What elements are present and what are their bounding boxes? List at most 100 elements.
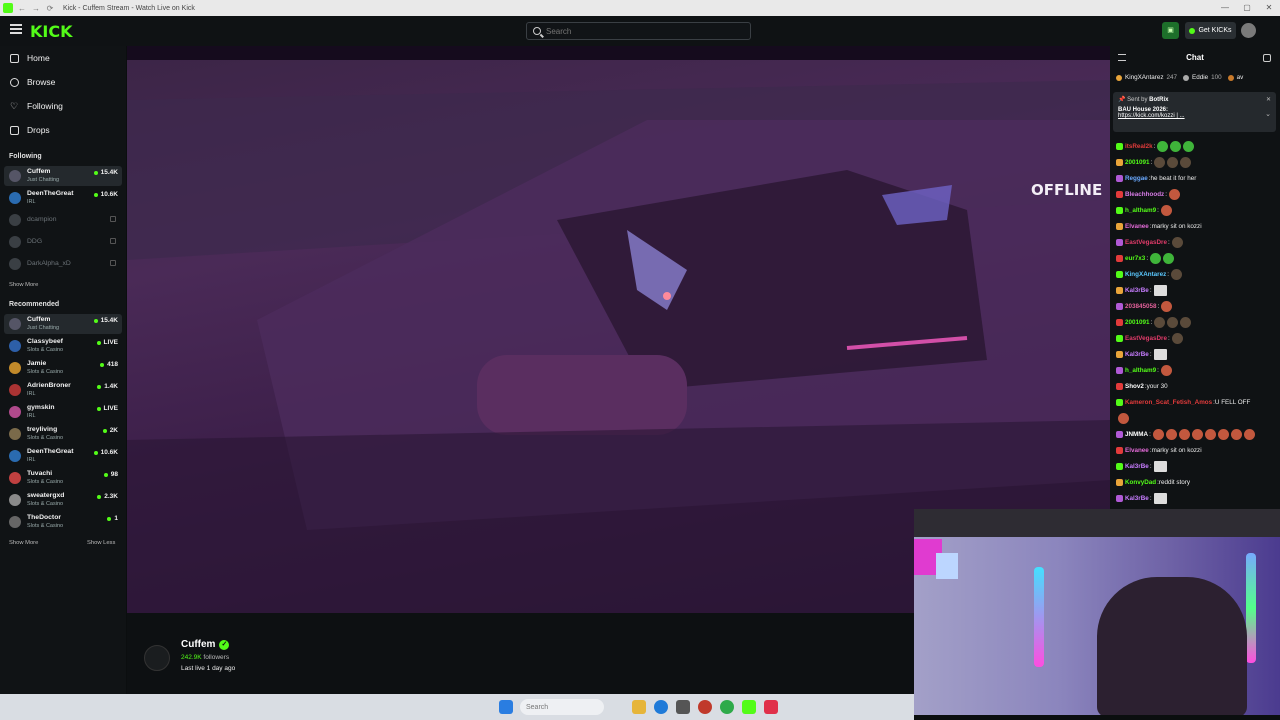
chat-username[interactable]: JNMMA [1125,431,1148,438]
following-channel[interactable]: DeenTheGreat IRL 10.6K [4,188,122,208]
unpin-icon[interactable]: ✕ [1266,96,1271,103]
app-icon[interactable] [676,700,690,714]
chat-username[interactable]: Kal3rBe [1125,287,1149,294]
chat-username[interactable]: Elvanee [1125,223,1149,230]
recommended-channel[interactable]: TheDoctor Slots & Casino 1 [4,512,122,532]
gifter[interactable]: KingXAntarez 247 [1116,74,1177,81]
following-channel[interactable]: DDG [4,232,122,252]
app-icon[interactable] [698,700,712,714]
chat-message[interactable]: Reggae: he beat it for her [1116,170,1276,186]
chat-username[interactable]: h_altham9 [1125,367,1156,374]
chat-username[interactable]: Elvanee [1125,447,1149,454]
pinned-message[interactable]: 📌 Sent by BotRix BAU House 2026: https:/… [1113,92,1276,132]
chat-message[interactable]: eur7x3: [1116,250,1276,266]
streamer-name[interactable]: Cuffem [181,639,215,650]
chat-message[interactable]: h_altham9: [1116,202,1276,218]
recommended-channel[interactable]: Tuvachi Slots & Casino 98 [4,468,122,488]
search-input[interactable] [546,26,736,36]
chat-username[interactable]: EastVegasDre [1125,239,1167,246]
kick-logo[interactable]: KICK [30,22,73,41]
chat-username[interactable]: itsReal2k [1125,143,1153,150]
chat-users-icon[interactable] [1263,54,1271,62]
chat-username[interactable]: Kal3rBe [1125,351,1149,358]
close-button[interactable]: ✕ [1258,0,1280,16]
chat-username[interactable]: Shov2 [1125,383,1144,390]
chat-message[interactable]: Elvanee: marky sit on kozzi [1116,218,1276,234]
chat-username[interactable]: Bleachhoodz [1125,191,1164,198]
sidebar-item-drops[interactable]: Drops [10,125,50,135]
sidebar-item-browse[interactable]: Browse [10,77,55,87]
taskbar-search[interactable]: Search [520,699,604,715]
search-bar[interactable] [526,22,751,40]
following-channel[interactable]: DarkAlpha_xD [4,254,122,274]
edge-icon[interactable] [654,700,668,714]
chat-message[interactable]: itsReal2k: [1116,138,1276,154]
user-avatar[interactable] [1241,23,1256,38]
chat-message[interactable]: Kal3rBe: [1116,282,1276,298]
chat-username[interactable]: Reggae [1125,175,1148,182]
recommended-show-less[interactable]: Show Less [87,540,115,546]
chat-message[interactable]: Kameron_Scat_Fetish_Amos: U FELL OFF [1116,394,1276,410]
chat-message[interactable]: Bleachhoodz: [1116,186,1276,202]
chat-message[interactable]: EastVegasDre: [1116,330,1276,346]
chat-username[interactable]: Kameron_Scat_Fetish_Amos [1125,399,1212,406]
recommended-channel[interactable]: Jamie Slots & Casino 418 [4,358,122,378]
sidebar-item-following[interactable]: ♡ Following [10,101,63,111]
following-show-more[interactable]: Show More [9,282,38,288]
kick-app-icon[interactable] [742,700,756,714]
chrome-icon[interactable] [720,700,734,714]
chat-message[interactable]: Kal3rBe: [1116,458,1276,474]
chat-username[interactable]: EastVegasDre [1125,335,1167,342]
recommended-channel[interactable]: DeenTheGreat IRL 10.6K [4,446,122,466]
recommended-channel[interactable]: AdrienBroner IRL 1.4K [4,380,122,400]
minimize-button[interactable]: — [1214,0,1236,16]
menu-icon[interactable] [10,24,22,34]
chat-username[interactable]: 203845058 [1125,303,1157,310]
forward-icon[interactable]: → [31,4,41,13]
chat-message[interactable]: Kal3rBe: [1116,346,1276,362]
chat-username[interactable]: 2001091 [1125,319,1150,326]
get-kicks-button[interactable]: Get KICKs [1185,22,1236,39]
chat-message[interactable]: h_altham9: [1116,362,1276,378]
chat-message[interactable]: Shov2: your 30 [1116,378,1276,394]
chat-username[interactable]: h_altham9 [1125,207,1156,214]
recommended-channel[interactable]: Cuffem Just Chatting 15.4K [4,314,122,334]
chat-message[interactable] [1116,410,1276,426]
chat-message[interactable]: 203845058: [1116,298,1276,314]
chat-username[interactable]: eur7x3 [1125,255,1145,262]
chat-message[interactable]: EastVegasDre: [1116,234,1276,250]
chat-message[interactable]: KonvyDad: reddit story [1116,474,1276,490]
chat-message[interactable]: JNMMA: [1116,426,1276,442]
recommended-channel[interactable]: sweatergxd Slots & Casino 2.3K [4,490,122,510]
recommended-channel[interactable]: Classybeef Slots & Casino LIVE [4,336,122,356]
chat-username[interactable]: Kal3rBe [1125,463,1149,470]
recommended-show-more[interactable]: Show More [9,540,38,546]
chevron-down-icon[interactable]: ⌄ [1265,110,1271,118]
windows-start-icon[interactable] [499,700,513,714]
chat-message[interactable]: Elvanee: marky sit on kozzi [1116,442,1276,458]
streamer-avatar[interactable] [144,645,170,671]
chat-message[interactable]: KingXAntarez: [1116,266,1276,282]
gifter[interactable]: Eddie 100 [1183,74,1222,81]
maximize-button[interactable]: ▢ [1236,0,1258,16]
chat-message[interactable]: Kal3rBe: [1116,490,1276,506]
reload-icon[interactable]: ⟳ [45,4,55,13]
gift-icon[interactable]: ▣ [1162,22,1179,39]
file-explorer-icon[interactable] [632,700,646,714]
app-icon[interactable] [764,700,778,714]
recommended-channel[interactable]: gymskin IRL LIVE [4,402,122,422]
recommended-channel[interactable]: treyliving Slots & Casino 2K [4,424,122,444]
sidebar-item-home[interactable]: Home [10,53,50,63]
gifter[interactable]: av [1227,74,1243,81]
chat-username[interactable]: 2001091 [1125,159,1150,166]
back-icon[interactable]: ← [17,4,27,13]
pinned-link[interactable]: https://kick.com/kozzi | ... [1118,113,1271,119]
chat-message[interactable]: 2001091: [1116,154,1276,170]
chat-username[interactable]: Kal3rBe [1125,495,1149,502]
collapse-chat-icon[interactable] [1118,54,1126,61]
chat-message[interactable]: 2001091: [1116,314,1276,330]
chat-username[interactable]: KonvyDad [1125,479,1156,486]
following-channel[interactable]: Cuffem Just Chatting 15.4K [4,166,122,186]
following-channel[interactable]: dcampion [4,210,122,230]
chat-username[interactable]: KingXAntarez [1125,271,1166,278]
